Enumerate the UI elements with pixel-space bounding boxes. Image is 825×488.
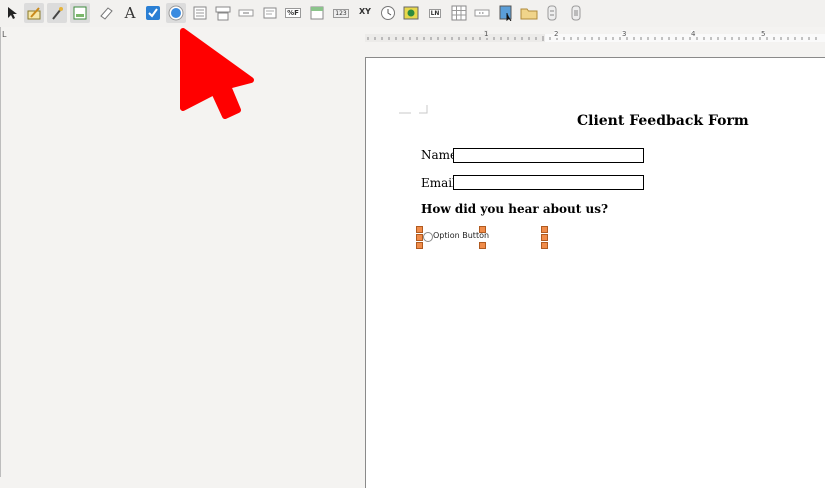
line-numbering-icon[interactable]: LN [425, 3, 445, 23]
label-icon-text: A [124, 4, 136, 22]
numeric-field-text: 123 [333, 8, 349, 18]
table-control-icon[interactable] [449, 3, 469, 23]
selection-handle[interactable] [416, 226, 423, 233]
time-field-icon[interactable] [378, 3, 398, 23]
numeric-field-icon[interactable]: 123 [331, 3, 351, 23]
selection-handle[interactable] [479, 242, 486, 249]
formatted-field-icon[interactable]: %F [283, 3, 303, 23]
combo-box-icon[interactable] [213, 3, 233, 23]
folder-icon[interactable] [519, 3, 539, 23]
tab-stop-corner[interactable]: L [2, 30, 6, 39]
line-numbering-text: LN [428, 8, 442, 18]
image-control-icon[interactable] [496, 3, 516, 23]
selection-handle[interactable] [541, 226, 548, 233]
document-title: Client Feedback Form [577, 113, 749, 129]
option-button-radio[interactable] [423, 232, 433, 242]
option-button-icon[interactable] [166, 3, 186, 23]
xy-chart-icon[interactable]: XY [355, 1, 375, 21]
select-icon[interactable] [2, 3, 22, 23]
name-text-field[interactable] [453, 148, 644, 163]
pointer-arrow-icon [180, 28, 254, 119]
scrollbar-icon[interactable] [566, 3, 586, 23]
list-box-icon[interactable] [190, 3, 210, 23]
email-text-field[interactable] [453, 175, 644, 190]
checkbox-icon[interactable] [143, 3, 163, 23]
spin-button-icon[interactable] [542, 3, 562, 23]
question-text: How did you hear about us? [421, 202, 609, 216]
image-button-icon[interactable] [401, 3, 421, 23]
label-icon[interactable]: A [120, 3, 140, 23]
ruler-number-1: 1 [484, 30, 489, 38]
design-mode-icon[interactable] [24, 3, 44, 23]
xy-chart-text: XY [359, 6, 371, 16]
formatted-field-text: %F [285, 8, 301, 18]
ruler-number-2: 2 [554, 30, 559, 38]
text-box-icon[interactable] [260, 3, 280, 23]
tab-order-icon[interactable] [96, 3, 116, 23]
form-design-icon[interactable] [70, 3, 90, 23]
selection-handle[interactable] [541, 242, 548, 249]
navigation-bar-icon[interactable] [472, 3, 492, 23]
horizontal-ruler[interactable]: 1 2 3 4 5 [365, 29, 825, 42]
ruler-number-3: 3 [622, 30, 627, 38]
group-box-icon[interactable] [307, 3, 327, 23]
text-boundary-mark [399, 105, 428, 114]
control-wizard-icon[interactable] [47, 3, 67, 23]
selection-handle[interactable] [416, 234, 423, 241]
ruler-number-4: 4 [691, 30, 696, 38]
selection-handle[interactable] [416, 242, 423, 249]
option-button-label: Option Button [433, 231, 490, 240]
push-button-icon[interactable] [236, 3, 256, 23]
workspace-border [0, 27, 1, 477]
form-controls-toolbar: A %F 123 XY LN [0, 0, 825, 27]
selection-handle[interactable] [541, 234, 548, 241]
ruler-number-5: 5 [761, 30, 766, 38]
ruler-scale [365, 34, 825, 42]
